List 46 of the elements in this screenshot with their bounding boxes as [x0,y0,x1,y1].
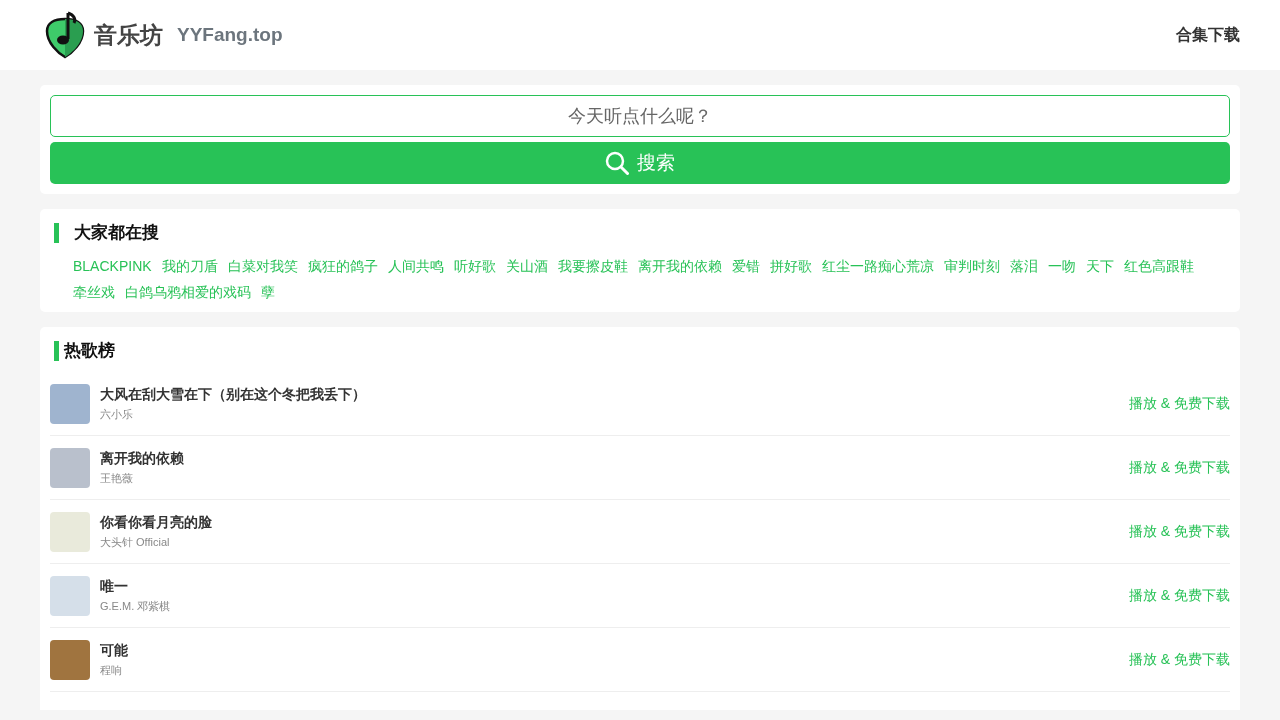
search-tag-link[interactable]: 孽 [261,282,275,302]
section-title: 热歌榜 [64,340,115,362]
search-tag-link[interactable]: 红色高跟鞋 [1123,256,1194,276]
artist-name: 程响 [100,662,123,678]
search-tag-link[interactable]: 落泪 [1009,256,1038,276]
search-icon [605,151,629,175]
search-field[interactable]: 今天听点什么呢？ [50,95,1230,137]
play-download-link[interactable]: 播放 & 免费下载 [1128,650,1230,669]
search-tag-link[interactable]: 疯狂的鸽子 [307,256,378,276]
accent-bar [54,340,59,361]
music-note-logo-icon [44,11,86,59]
song-title: 唯一 [100,577,129,596]
song-title: 可能 [100,641,129,660]
play-download-link[interactable]: 播放 & 免费下载 [1128,586,1230,605]
search-tag-link[interactable]: 审判时刻 [943,256,1000,276]
song-title: 你看你看月亮的脸 [100,513,213,532]
section-title: 大家都在搜 [74,222,159,244]
artist-name: 六小乐 [100,406,134,422]
play-download-link[interactable]: 播放 & 免费下载 [1128,458,1230,477]
search-tag-link[interactable]: 人间共鸣 [387,256,444,276]
search-button[interactable]: 搜索 [50,142,1230,184]
search-tag-link[interactable]: 白鸽乌鸦相爱的戏码 [125,282,251,302]
search-tag-link[interactable]: 白菜对我笑 [227,256,298,276]
search-tag-link[interactable]: 我的刀盾 [161,256,218,276]
artist-name: 大头针 Official [100,534,171,550]
collection-download-link[interactable]: 合集下载 [1176,24,1240,46]
search-tag-link[interactable]: 听好歌 [453,256,496,276]
artist-name: G.E.M. 邓紫棋 [100,598,172,614]
search-tag-link[interactable]: 拼好歌 [769,256,812,276]
play-download-link[interactable]: 播放 & 免费下载 [1128,394,1230,413]
search-tag-link[interactable]: 天下 [1085,256,1114,276]
search-tag-link[interactable]: 关山酒 [505,256,548,276]
search-tag-link[interactable]: 一吻 [1047,256,1076,276]
site-domain: YYFang.top [177,24,283,46]
search-tag-link[interactable]: 我要擦皮鞋 [557,256,628,276]
artist-name: 王艳薇 [100,470,134,486]
song-title: 离开我的依赖 [100,449,185,468]
search-tag-link[interactable]: 离开我的依赖 [637,256,722,276]
accent-bar [54,222,59,243]
search-tag-link[interactable]: BLACKPINK [73,256,152,276]
search-tag-link[interactable]: 红尘一路痴心荒凉 [821,256,934,276]
search-tag-link[interactable]: 牵丝戏 [73,282,115,302]
site-name: 音乐坊 [94,20,163,50]
search-tag-link[interactable]: 爱错 [731,256,760,276]
song-title: 大风在刮大雪在下（别在这个冬把我丢下） [100,385,367,404]
play-download-link[interactable]: 播放 & 免费下载 [1128,522,1230,541]
